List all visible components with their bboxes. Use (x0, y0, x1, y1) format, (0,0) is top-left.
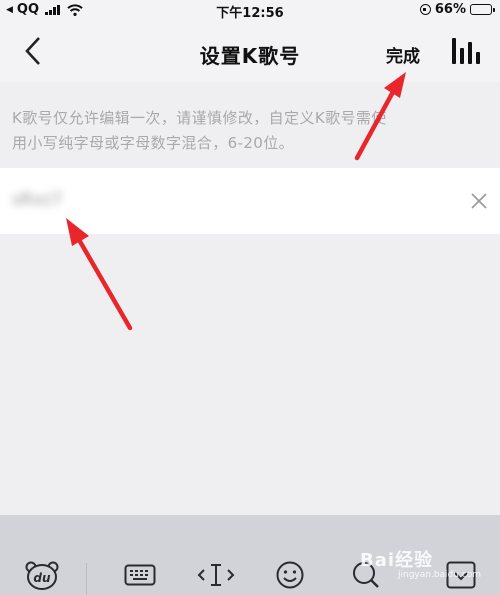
page-title: 设置K歌号 (199, 44, 301, 68)
du-bear-icon[interactable]: du (24, 558, 60, 592)
arrow-to-input-field (66, 218, 133, 331)
hint-line-1: K歌号仅允许编辑一次，请谨慎修改，自定义K歌号需使 (12, 109, 387, 127)
toolbar-divider (86, 563, 87, 595)
keyboard-icon[interactable] (122, 558, 158, 592)
emoji-icon[interactable] (272, 558, 308, 592)
battery-percent: 66% (434, 2, 466, 17)
battery-icon (470, 4, 495, 15)
k-id-input[interactable]: sRxz7 (12, 190, 62, 210)
k-id-input-row[interactable]: sRxz7 (0, 168, 500, 234)
annotation-overlay (66, 72, 406, 331)
close-icon[interactable] (470, 192, 488, 210)
svg-text:du: du (33, 571, 51, 585)
navigation-bar: 设置K歌号 完成 (0, 20, 500, 82)
status-right: 66% (419, 2, 495, 17)
done-button[interactable]: 完成 (386, 42, 420, 67)
watermark-logo: Bai经验 (360, 550, 434, 571)
status-bar: ◀ QQ 下午12:56 66% (0, 0, 500, 21)
hint-text: K歌号仅允许编辑一次，请谨慎修改，自定义K歌号需使 用小写纯字母或字母数字混合，… (12, 106, 494, 156)
cursor-move-icon[interactable] (196, 558, 236, 592)
watermark-url: jingyan.baidu.com (398, 570, 482, 580)
rotation-lock-icon (419, 4, 431, 15)
equalizer-icon[interactable] (452, 38, 480, 64)
hint-line-2: 用小写纯字母或字母数字混合，6-20位。 (12, 134, 295, 152)
